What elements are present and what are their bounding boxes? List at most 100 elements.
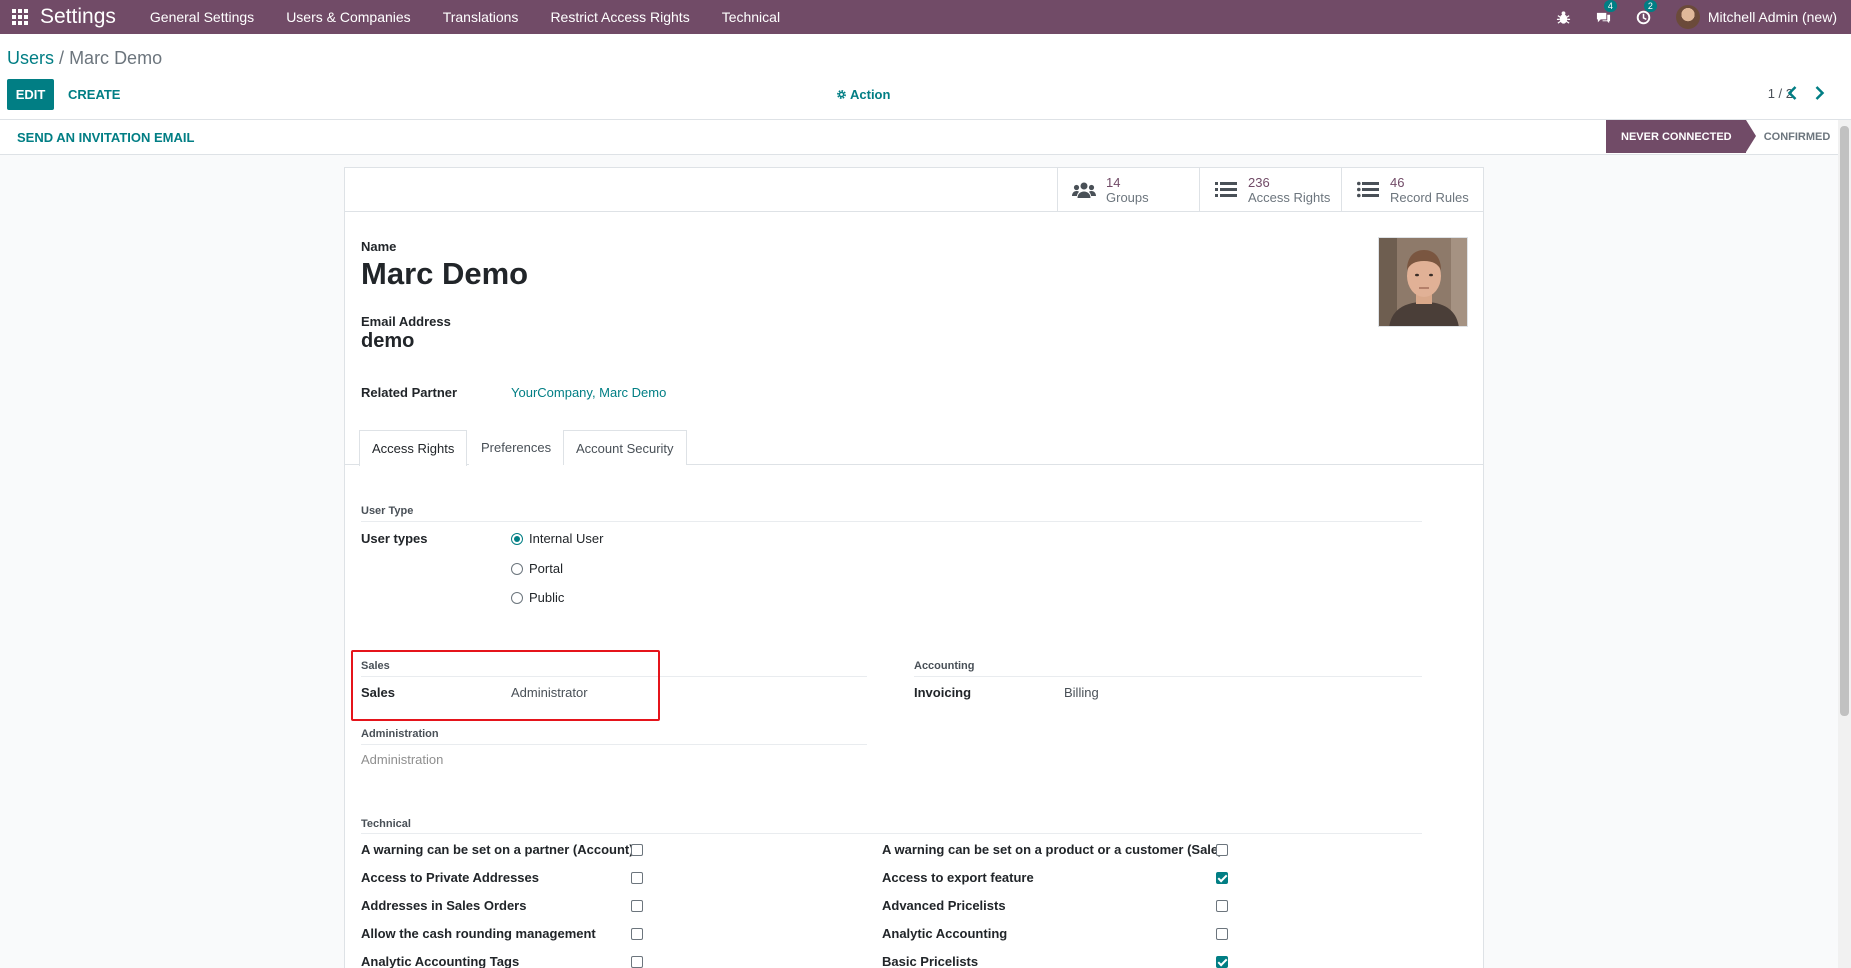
email-label: Email Address [361,314,451,329]
technical-right-label-4: Basic Pricelists [882,954,979,968]
pager-next-icon[interactable] [1808,81,1830,105]
technical-right-label-1: Access to export feature [882,870,1034,885]
technical-group-title: Technical [361,818,411,830]
technical-left-checkbox-0[interactable] [631,844,643,856]
group-separator [361,833,1422,834]
status-never-connected[interactable]: NEVER CONNECTED [1606,120,1746,153]
pager-previous-icon[interactable] [1781,81,1803,105]
app-brand[interactable]: Settings [40,0,116,34]
radio-internal-user[interactable]: Internal User [511,531,603,546]
activities-badge: 2 [1643,0,1657,12]
breadcrumb-separator: / [59,48,65,68]
user-avatar [1675,5,1700,29]
access-rights-smart-button[interactable]: 236 Access Rights [1199,168,1341,212]
user-name: Mitchell Admin (new) [1707,9,1837,25]
radio-indicator [511,591,523,604]
group-separator [361,521,1422,522]
list-icon [1356,179,1380,201]
messages-icon[interactable]: 4 [1589,0,1619,34]
related-partner-link[interactable]: YourCompany, Marc Demo [511,385,666,400]
technical-right-checkbox-2[interactable] [1216,900,1228,912]
radio-label: Internal User [529,531,604,546]
menu-users-companies[interactable]: Users & Companies [270,6,427,28]
related-partner-label: Related Partner [361,385,458,400]
menu-technical[interactable]: Technical [706,6,796,28]
breadcrumb: Users / Marc Demo [7,48,162,69]
top-navbar: Settings General Settings Users & Compan… [0,0,1851,34]
technical-right-checkbox-4[interactable] [1216,956,1228,968]
groups-count: 14 [1106,175,1121,190]
technical-right-label-2: Advanced Pricelists [882,898,1006,913]
breadcrumb-users-link[interactable]: Users [7,48,54,68]
technical-right-checkbox-3[interactable] [1216,928,1228,940]
name-label: Name [361,239,397,254]
group-separator [914,676,1422,677]
breadcrumb-current: Marc Demo [69,48,163,68]
tab-access-rights[interactable]: Access Rights [359,430,468,466]
administration-field-value[interactable]: Administration [361,752,443,767]
action-menu[interactable]: Action [836,87,890,102]
radio-portal[interactable]: Portal [511,561,563,576]
record-rules-label: Record Rules [1390,190,1469,205]
group-separator [361,744,867,745]
technical-left-label-4: Analytic Accounting Tags [361,954,520,968]
user-name-title: Marc Demo [361,256,529,291]
edit-button[interactable]: EDIT [7,79,54,110]
list-icon [1214,179,1238,201]
radio-indicator [511,562,523,575]
menu-general-settings[interactable]: General Settings [134,6,270,28]
debug-bug-icon[interactable] [1549,0,1579,34]
access-rights-label: Access Rights [1248,190,1331,205]
record-rules-smart-button[interactable]: 46 Record Rules [1341,168,1483,212]
apps-menu-icon[interactable] [4,0,36,34]
smart-button-box: 14 Groups 236 Access Rights 46 Record Ru… [345,168,1483,212]
user-photo[interactable] [1378,237,1468,327]
form-sheet: 14 Groups 236 Access Rights 46 Record Ru… [344,167,1484,968]
technical-right-checkbox-0[interactable] [1216,844,1228,856]
invoicing-field-label: Invoicing [914,685,972,700]
tab-account-security[interactable]: Account Security [563,430,687,465]
groups-smart-button[interactable]: 14 Groups [1057,168,1199,212]
user-type-group-title: User Type [361,505,414,517]
invoicing-field-value[interactable]: Billing [1064,685,1099,700]
user-menu[interactable]: Mitchell Admin (new) [1675,5,1837,29]
user-types-label: User types [361,531,428,546]
action-label: Action [850,87,891,102]
technical-right-label-3: Analytic Accounting [882,926,1008,941]
menu-translations[interactable]: Translations [427,6,535,28]
activities-clock-icon[interactable]: 2 [1629,0,1659,34]
messages-badge: 4 [1603,0,1617,12]
radio-indicator [511,532,523,545]
administration-group-title: Administration [361,728,439,740]
send-invitation-email-button[interactable]: SEND AN INVITATION EMAIL [17,130,194,145]
sales-highlight-box [351,650,660,721]
radio-label: Public [529,590,565,605]
status-arrow [1746,120,1756,152]
technical-left-label-0: A warning can be set on a partner (Accou… [361,842,634,857]
technical-left-label-3: Allow the cash rounding management [361,926,596,941]
technical-left-checkbox-2[interactable] [631,900,643,912]
technical-left-checkbox-1[interactable] [631,872,643,884]
radio-label: Portal [529,561,563,576]
access-rights-count: 236 [1248,175,1270,190]
status-confirmed[interactable]: CONFIRMED [1756,120,1838,153]
technical-left-checkbox-3[interactable] [631,928,643,940]
technical-left-label-1: Access to Private Addresses [361,870,540,885]
user-email-value: demo [361,330,415,352]
technical-left-checkbox-4[interactable] [631,956,643,968]
scrollbar-thumb[interactable] [1840,126,1849,716]
control-panel: Users / Marc Demo EDIT CREATE Action 1 /… [0,34,1851,120]
technical-right-checkbox-1[interactable] [1216,872,1228,884]
gear-icon [837,90,846,99]
technical-left-label-2: Addresses in Sales Orders [361,898,527,913]
radio-public[interactable]: Public [511,590,564,605]
form-tabs: Access Rights Preferences Account Securi… [345,430,1483,466]
users-icon [1072,179,1096,201]
accounting-group-title: Accounting [914,660,975,672]
vertical-scrollbar[interactable] [1838,120,1851,968]
create-button[interactable]: CREATE [60,79,128,110]
technical-right-label-0: A warning can be set on a product or a c… [882,842,1223,857]
form-statusbar: SEND AN INVITATION EMAIL NEVER CONNECTED… [0,120,1838,155]
menu-restrict-access-rights[interactable]: Restrict Access Rights [534,6,705,28]
tab-preferences[interactable]: Preferences [469,430,564,465]
